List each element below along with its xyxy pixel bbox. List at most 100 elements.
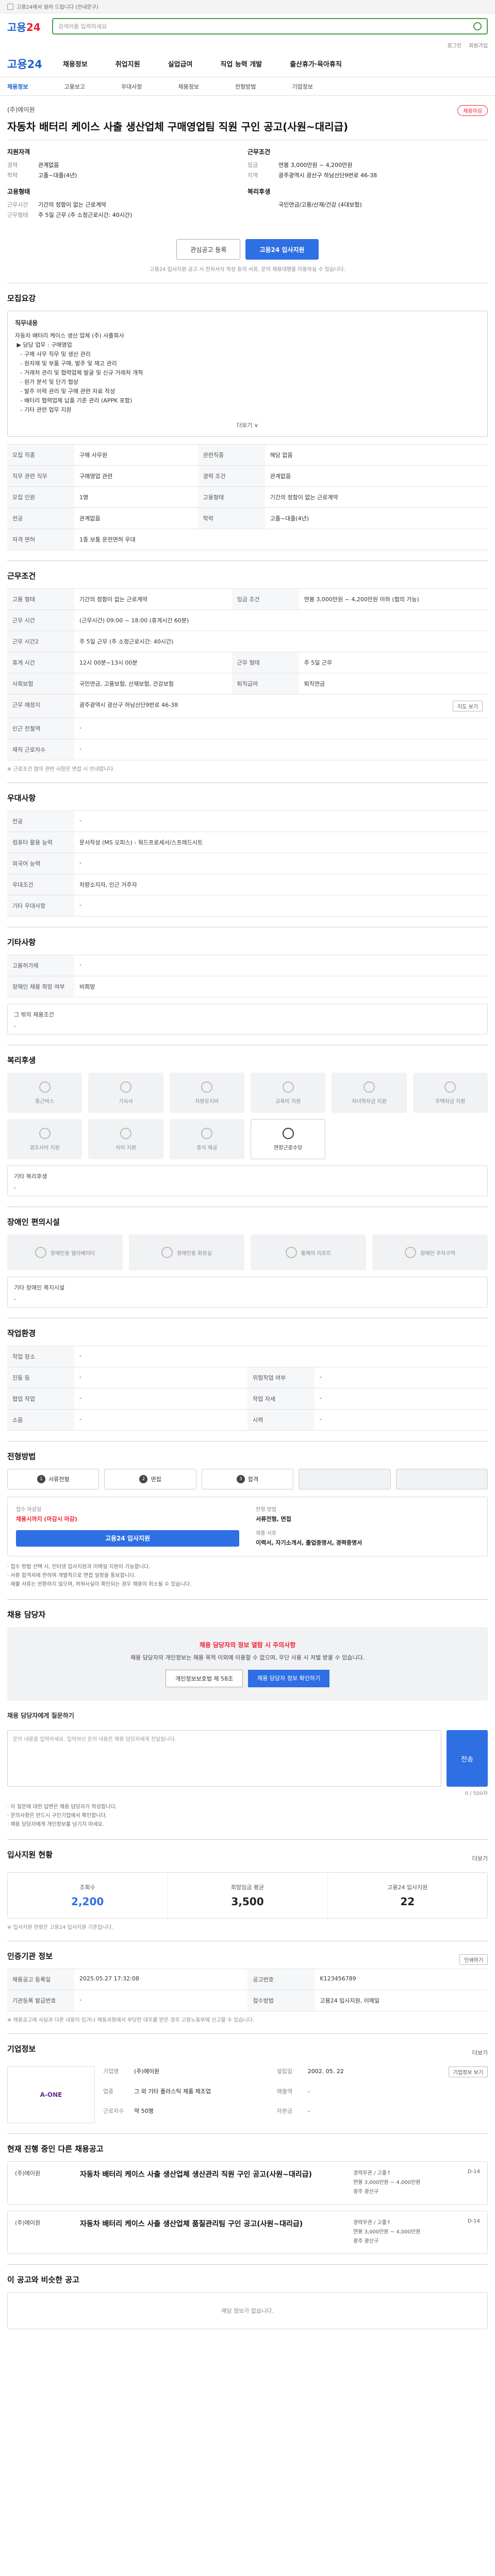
company-info: 기업명 (주)에이원 설립일 2002. 05. 22 업종 그 외 기타 플라스틱 … (103, 2068, 344, 2115)
company-more-link[interactable]: 더보기 (472, 2048, 488, 2057)
th: 위험작업 여부 (248, 1367, 315, 1388)
gnb-item-employment-support[interactable]: 취업지원 (116, 59, 140, 69)
section-title: 이 공고와 비슷한 공고 (7, 2275, 79, 2284)
th: 고용형태 (197, 486, 265, 508)
note-line: 접수 방법 선택 시, 인터넷 입사지원과 이메일 지원이 가능합니다. (7, 1563, 488, 1571)
search-placeholder: 검색어를 입력하세요 (58, 23, 107, 30)
print-button[interactable]: 인쇄하기 (459, 1954, 488, 1965)
login-link[interactable]: 로그인 (448, 41, 462, 49)
bookmark-button[interactable]: 관심공고 등록 (176, 239, 241, 260)
apply-button[interactable]: 고용24 입사지원 (245, 239, 319, 260)
section-title: 장애인 편의시설 (7, 1217, 60, 1227)
welfare-item: 경조사비 지원 (7, 1119, 82, 1159)
send-button[interactable]: 전송 (447, 1730, 488, 1787)
td: 1명 (74, 486, 198, 508)
elevator-icon (35, 1247, 46, 1258)
td: - (74, 1990, 248, 2011)
rec-deadline: D-14 (467, 2169, 480, 2175)
welfare-grid: 통근버스 기숙사 차량유지비 교육비 지원 자녀학자금 지원 주택자금 지원 경… (7, 1073, 488, 1159)
th: 근무 시간 (7, 609, 74, 631)
more-button[interactable]: 더보기 ∨ (15, 421, 480, 429)
company-info-button[interactable]: 기업정보 보기 (448, 2066, 488, 2077)
tab-4[interactable]: 전형방법 (235, 82, 256, 91)
inquiry-label: 채용 담당자에게 질문하기 (7, 1712, 74, 1719)
stats-more-link[interactable]: 더보기 (472, 1854, 488, 1862)
note-line: 채용 담당자에게 개인정보를 남기지 마세요. (7, 1820, 488, 1829)
th: 장애인 채용 희망 여부 (7, 976, 74, 997)
label: 학력 (7, 172, 18, 179)
tab-2[interactable]: 우대사항 (121, 82, 142, 91)
welfare-item: 중식 제공 (169, 1119, 244, 1159)
law-button[interactable]: 개인정보보호법 제 58조 (166, 1670, 243, 1687)
note-line: 서류 합격자에 한하여 개별적으로 면접 일정을 통보합니다. (7, 1571, 488, 1580)
th: 공고번호 (248, 1969, 315, 1990)
value: 주 5일 근무 (주 소정근로시간: 40시간) (38, 212, 133, 218)
info-foot: ※ 채용공고에 사실과 다른 내용이 있거나 채용과정에서 부당한 대우를 받은… (7, 2018, 255, 2023)
inquiry-textarea[interactable]: 문의 내용을 입력하세요. 입력하신 문의 내용은 채용 담당자에게 전달됩니다… (7, 1730, 441, 1787)
th: 휴게 시간 (7, 652, 74, 673)
recommend-section: 현재 진행 중인 다른 채용공고 (주)에이원 자동차 배터리 케이스 사출 생… (7, 2133, 488, 2254)
cap-icon (363, 1081, 375, 1093)
gnb-item-unemployment[interactable]: 실업급여 (168, 59, 193, 69)
td: 관계없음 (265, 465, 488, 487)
recruit-section: 모집요강 직무내용 자동차 배터리 케이스 생산 업체 (주) 사출회사 ▶ 담… (7, 283, 488, 550)
th: 협업 작업 (7, 1388, 74, 1410)
tab-5[interactable]: 기업정보 (292, 82, 312, 91)
th: 학력 (197, 507, 265, 529)
section-title: 작업환경 (7, 1329, 36, 1338)
signup-link[interactable]: 회원가입 (469, 41, 488, 49)
meal-icon (120, 1127, 131, 1139)
welfare-item: 자녀학자금 지원 (332, 1073, 407, 1113)
td: 구매 사무원 (74, 444, 198, 466)
th: 직무 관련 직무 (7, 465, 74, 487)
search-icon[interactable] (473, 22, 482, 30)
rec-company: (주)에이원 (15, 2219, 41, 2226)
table-row: 모집 직종 구매 사무원 관련직종 해당 없음 (7, 444, 488, 466)
gnb-item-leave[interactable]: 출산휴가·육아휴직 (290, 59, 342, 69)
label (248, 200, 278, 210)
label: 지역 (248, 172, 258, 179)
table-row: 자격 면허 1종 보통 운전면허 우대 (7, 529, 488, 550)
td: - (315, 1409, 488, 1431)
access-item: 장애인 주차구역 (372, 1234, 488, 1270)
view-manager-button[interactable]: 채용 담당자 정보 확인하기 (248, 1670, 329, 1687)
box-value: - (14, 1296, 16, 1302)
box-label: 기타 장애인 복지시설 (14, 1284, 65, 1291)
tab-3[interactable]: 채용정보 (178, 82, 199, 91)
td: - (74, 853, 488, 874)
td: - (315, 1367, 488, 1388)
preference-section: 우대사항 전공 - 컴퓨터 활용 능력 문서작성 (MS 오피스) - 워드프로세서… (7, 783, 488, 917)
stat: 고용24 입사지원 22 (387, 1884, 428, 1908)
parking-icon (405, 1247, 417, 1258)
th: 소음 (7, 1409, 74, 1431)
company-name[interactable]: (주)에이원 (7, 105, 35, 116)
gnb-item-jobs[interactable]: 채용정보 (63, 59, 88, 69)
gnb-logo[interactable]: 고용24 (7, 56, 42, 72)
stats-foot: ※ 입사지원 현황은 고용24 입사지원 기준입니다. (7, 1925, 113, 1930)
job-content-text: 자동차 배터리 케이스 생산 업체 (주) 사출회사 ▶ 담당 업무 : 구매영… (15, 332, 143, 413)
section-title: 모집요강 (7, 294, 36, 303)
th: 작업 장소 (7, 1346, 74, 1367)
list-item[interactable]: (주)에이원 자동차 배터리 케이스 사출 생산업체 품질관리팀 구인 공고(사… (7, 2211, 488, 2254)
map-button[interactable]: 지도 보기 (453, 701, 483, 711)
td: 문서작성 (MS 오피스) - 워드프로세서/스프레드시트 (74, 832, 488, 853)
apply-note: 고용24 입사지원 공고 시 전자서식 작성 등의 서류, 문의 채용대행을 이… (150, 267, 345, 273)
td: (근무시간) 09:00 ~ 18:00 (휴게시간 60분) (74, 609, 488, 631)
value: 연봉 3,000만원 ~ 4,200만원 (278, 162, 353, 168)
gnb-item-training[interactable]: 직업 능력 개발 (220, 59, 262, 69)
site-logo[interactable]: 고용24 (7, 19, 41, 34)
th: 접수방법 (248, 1990, 315, 2011)
apply-button-2[interactable]: 고용24 입사지원 (16, 1530, 239, 1547)
warning-desc: 채용 담당자의 개인정보는 채용 목적 이외에 이용할 수 없으며, 무단 사용… (130, 1654, 365, 1661)
th: 채용공고 등록일 (7, 1969, 74, 1990)
td: 비희망 (74, 976, 488, 997)
welfare-item: 통근버스 (7, 1073, 82, 1113)
food-icon (201, 1127, 213, 1139)
section-title: 우대사항 (7, 793, 36, 803)
rec-meta: 경력무관 / 고졸↑ 연봉 3,000만원 ~ 4,000만원 광주 광산구 (353, 2171, 421, 2195)
tab-1[interactable]: 고용보고 (64, 82, 85, 91)
list-item[interactable]: (주)에이원 자동차 배터리 케이스 사출 생산업체 생산관리 직원 구인 공고… (7, 2161, 488, 2205)
tab-0[interactable]: 채용정보 (7, 82, 28, 91)
search-input[interactable]: 검색어를 입력하세요 (52, 18, 488, 35)
th: 경력 조건 (197, 465, 265, 487)
